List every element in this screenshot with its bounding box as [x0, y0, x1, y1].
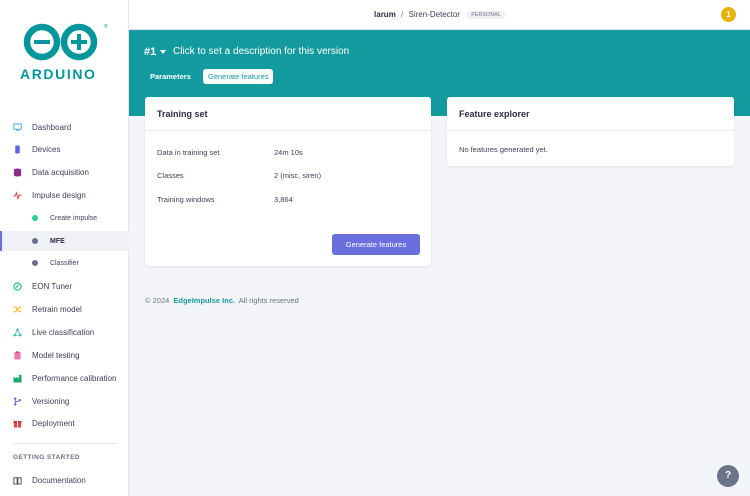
sidebar-item-create-impulse[interactable]: Create impulse	[0, 208, 129, 228]
sidebar: ® ARDUINO Dashboard Devices Data acquisi…	[0, 0, 129, 496]
help-button[interactable]: ?	[717, 465, 739, 487]
feature-explorer-card: Feature explorer No features generated y…	[447, 97, 734, 166]
sidebar-item-label: Retrain model	[32, 304, 82, 314]
pulse-icon	[13, 190, 22, 200]
database-icon	[13, 167, 22, 177]
sidebar-item-label: Create impulse	[50, 214, 98, 222]
version-selector[interactable]: #1	[144, 46, 156, 58]
row-label: Training windows	[157, 195, 215, 204]
dot-icon	[32, 260, 38, 266]
network-icon	[13, 327, 22, 336]
sidebar-item-devices[interactable]: Devices	[0, 139, 129, 159]
row-label: Data in training set	[157, 148, 220, 157]
generate-features-button[interactable]: Generate features	[332, 234, 420, 255]
arduino-logo[interactable]: ® ARDUINO	[20, 22, 108, 84]
notification-badge[interactable]: 1	[721, 7, 736, 22]
sidebar-item-label: MFE	[50, 237, 65, 245]
divider	[145, 130, 431, 131]
dot-icon	[32, 215, 38, 221]
empty-state-text: No features generated yet.	[459, 145, 548, 154]
shuffle-icon	[13, 306, 22, 312]
sidebar-item-eon-tuner[interactable]: EON Tuner	[0, 276, 129, 296]
breadcrumb: larum / Siren-Detector PERSONAL	[129, 10, 750, 19]
row-value: 2 (misc, siren)	[274, 171, 322, 180]
row-value: 3,864	[274, 195, 293, 204]
sidebar-item-label: Deployment	[32, 418, 75, 428]
breadcrumb-user[interactable]: larum	[374, 10, 396, 19]
sidebar-item-label: Performance calibration	[32, 373, 117, 383]
gift-icon	[13, 420, 22, 428]
branch-icon	[14, 396, 21, 406]
device-icon	[15, 144, 20, 154]
sidebar-item-performance-calibration[interactable]: Performance calibration	[0, 368, 129, 388]
tab-generate-features[interactable]: Generate features	[203, 69, 274, 84]
sidebar-item-classifier[interactable]: Classifier	[0, 253, 129, 273]
sidebar-item-label: Impulse design	[32, 190, 86, 200]
sidebar-item-label: Dashboard	[32, 122, 72, 132]
row-label: Classes	[157, 171, 184, 180]
registered-mark: ®	[104, 24, 108, 30]
sidebar-item-label: Classifier	[50, 259, 79, 267]
sidebar-item-model-testing[interactable]: Model testing	[0, 345, 129, 365]
sidebar-divider	[13, 443, 117, 444]
copyright-text: © 2024	[145, 296, 170, 305]
training-set-card: Training set Data in training set 24m 10…	[145, 97, 431, 266]
arduino-wordmark: ARDUINO	[20, 66, 97, 82]
sidebar-item-label: Versioning	[32, 396, 70, 406]
sidebar-item-label: Live classification	[32, 327, 95, 337]
sidebar-item-data-acquisition[interactable]: Data acquisition	[0, 162, 129, 182]
version-description[interactable]: Click to set a description for this vers…	[173, 46, 349, 57]
breadcrumb-project[interactable]: Siren-Detector	[409, 10, 461, 19]
divider	[447, 130, 734, 131]
footer: © 2024 EdgeImpulse Inc. All rights reser…	[145, 296, 299, 305]
sidebar-item-versioning[interactable]: Versioning	[0, 391, 129, 411]
sidebar-item-dashboard[interactable]: Dashboard	[0, 117, 129, 137]
sidebar-item-deployment[interactable]: Deployment	[0, 413, 129, 433]
row-value: 24m 10s	[274, 148, 303, 157]
arduino-infinity-icon	[23, 23, 98, 61]
card-title: Training set	[157, 109, 208, 119]
sidebar-item-mfe[interactable]: MFE	[0, 231, 129, 251]
sidebar-item-documentation[interactable]: Documentation	[0, 470, 129, 490]
edgeimpulse-link[interactable]: EdgeImpulse Inc.	[173, 296, 235, 305]
rights-text: All rights reserved	[238, 296, 299, 305]
caret-down-icon[interactable]	[160, 50, 166, 54]
book-icon	[13, 476, 22, 485]
sidebar-item-live-classification[interactable]: Live classification	[0, 322, 129, 342]
top-bar: larum / Siren-Detector PERSONAL 1	[129, 0, 750, 30]
dot-icon	[32, 238, 38, 244]
sidebar-item-label: Model testing	[32, 350, 80, 360]
sidebar-item-label: Data acquisition	[32, 167, 89, 177]
sidebar-item-label: Devices	[32, 144, 61, 154]
sidebar-item-label: Documentation	[32, 475, 86, 485]
tab-parameters[interactable]: Parameters	[144, 69, 197, 84]
sidebar-item-impulse-design[interactable]: Impulse design	[0, 185, 129, 205]
getting-started-heading: GETTING STARTED	[13, 454, 80, 461]
monitor-icon	[13, 122, 22, 131]
breadcrumb-separator: /	[401, 10, 404, 19]
card-title: Feature explorer	[459, 109, 530, 119]
sidebar-item-label: EON Tuner	[32, 281, 73, 291]
clipboard-icon	[14, 350, 21, 360]
sidebar-item-retrain-model[interactable]: Retrain model	[0, 299, 129, 319]
factory-icon	[13, 374, 22, 383]
eon-icon	[13, 281, 22, 291]
personal-badge: PERSONAL	[467, 11, 505, 19]
